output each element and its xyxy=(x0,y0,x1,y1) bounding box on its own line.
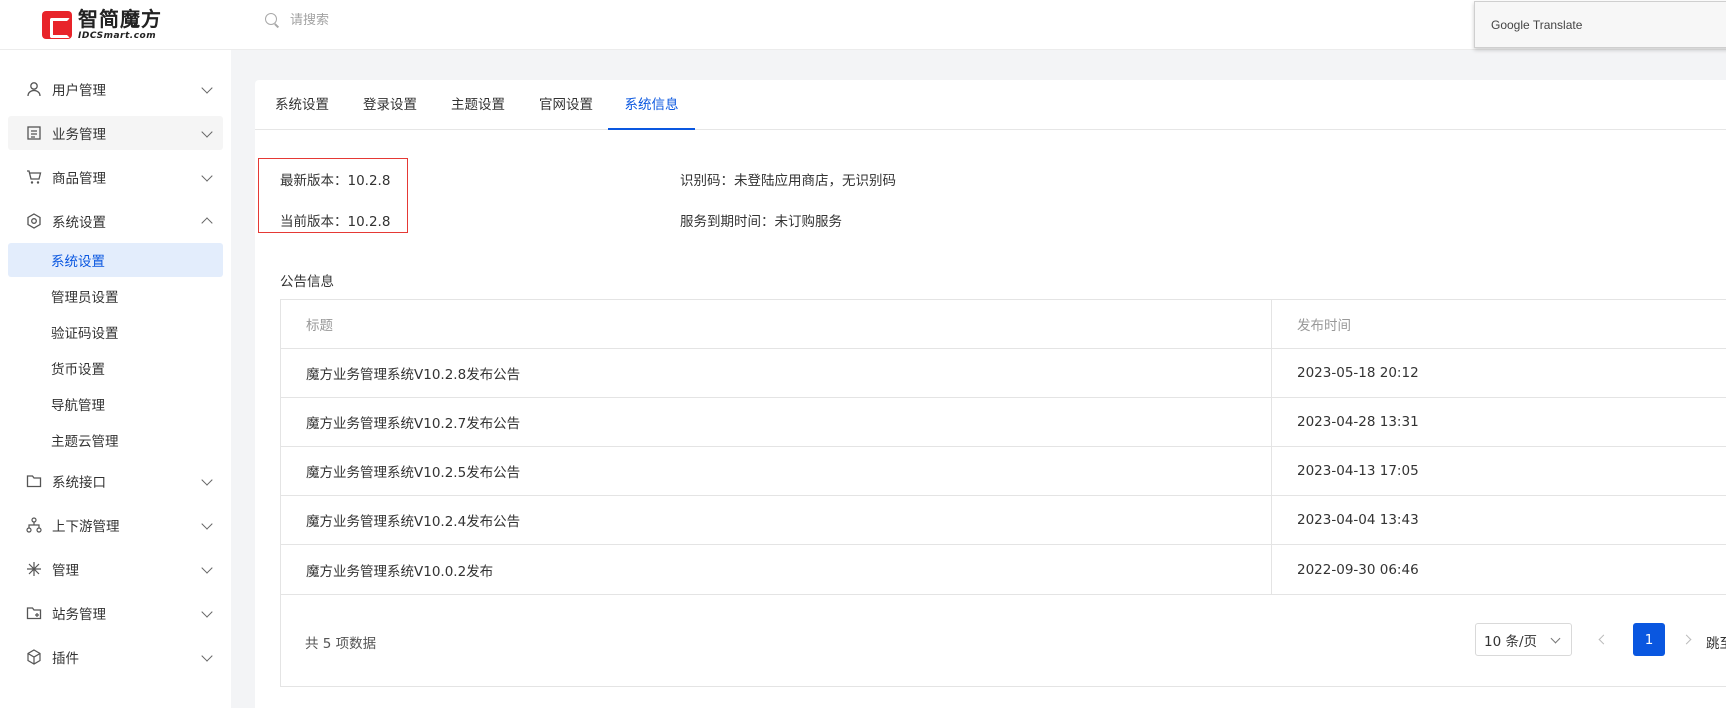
cube-icon xyxy=(25,648,43,666)
table-row[interactable]: 魔方业务管理系统V10.2.7发布公告 2023-04-28 13:31 xyxy=(281,398,1726,447)
table-row[interactable]: 魔方业务管理系统V10.0.2发布 2022-09-30 06:46 xyxy=(281,545,1726,594)
user-icon xyxy=(25,80,43,98)
announcements-title: 公告信息 xyxy=(280,274,334,290)
google-translate-popup[interactable]: Google Translate xyxy=(1474,1,1726,48)
tab-system-settings[interactable]: 系统设置 xyxy=(272,80,332,130)
logo[interactable]: 智简魔方 IDCSmart.com xyxy=(42,9,162,41)
document-icon xyxy=(25,124,43,142)
search-icon[interactable] xyxy=(264,12,280,28)
announcement-time: 2023-04-13 17:05 xyxy=(1297,463,1419,479)
table-header-row: 标题 发布时间 xyxy=(281,300,1726,349)
sidebar-subitem-currency-settings[interactable]: 货币设置 xyxy=(8,351,223,385)
announcement-title: 魔方业务管理系统V10.0.2发布 xyxy=(281,545,1272,594)
table-row[interactable]: 魔方业务管理系统V10.2.5发布公告 2023-04-13 17:05 xyxy=(281,447,1726,496)
page-number-button[interactable]: 1 xyxy=(1633,623,1665,656)
search-bar xyxy=(264,12,490,28)
jump-to-label: 跳至 xyxy=(1706,636,1726,652)
column-header-time: 发布时间 xyxy=(1297,318,1351,334)
sidebar-item-site-management[interactable]: 站务管理 xyxy=(8,596,223,630)
sidebar-item-management[interactable]: 管理 xyxy=(8,552,223,586)
page-size-select[interactable]: 10 条/页 xyxy=(1475,623,1572,656)
sidebar-item-label: 上下游管理 xyxy=(52,519,120,535)
announcement-time: 2023-04-04 13:43 xyxy=(1297,512,1419,528)
announcement-title: 魔方业务管理系统V10.2.7发布公告 xyxy=(281,398,1272,446)
sidebar-subitem-admin-settings[interactable]: 管理员设置 xyxy=(8,279,223,313)
chevron-down-icon xyxy=(201,606,213,618)
chevron-down-icon xyxy=(201,562,213,574)
chevron-down-icon xyxy=(201,82,213,94)
sidebar-item-user-management[interactable]: 用户管理 xyxy=(8,72,223,106)
top-header: 智简魔方 IDCSmart.com xyxy=(0,0,1726,50)
tab-system-info[interactable]: 系统信息 xyxy=(608,80,695,130)
chevron-up-icon xyxy=(201,217,213,229)
sidebar-item-label: 业务管理 xyxy=(52,127,106,143)
announcement-title: 魔方业务管理系统V10.2.8发布公告 xyxy=(281,349,1272,397)
chevron-down-icon xyxy=(201,170,213,182)
settings-icon xyxy=(25,212,43,230)
logo-subtitle: IDCSmart.com xyxy=(78,31,157,41)
announcement-time: 2023-04-28 13:31 xyxy=(1297,414,1419,430)
sidebar-item-label: 系统接口 xyxy=(52,475,106,491)
sidebar-item-business-management[interactable]: 业务管理 xyxy=(8,116,223,150)
sidebar-item-label: 管理 xyxy=(52,563,79,579)
next-page-button[interactable] xyxy=(1683,632,1693,646)
chevron-down-icon xyxy=(201,518,213,530)
tab-theme-settings[interactable]: 主题设置 xyxy=(448,80,508,130)
chevron-down-icon xyxy=(201,126,213,138)
chevron-down-icon xyxy=(201,650,213,662)
sidebar: 用户管理 业务管理 商品管理 系统设置 系统设置 管理员设置 验证码设置 货币设… xyxy=(0,50,231,708)
sidebar-item-label: 用户管理 xyxy=(52,83,106,99)
announcements-table: 标题 发布时间 魔方业务管理系统V10.2.8发布公告 2023-05-18 2… xyxy=(280,299,1726,595)
announcement-time: 2023-05-18 20:12 xyxy=(1297,365,1419,381)
chevron-down-icon xyxy=(201,474,213,486)
snowflake-icon xyxy=(25,560,43,578)
announcement-title: 魔方业务管理系统V10.2.5发布公告 xyxy=(281,447,1272,495)
latest-version: 最新版本：10.2.8 xyxy=(280,173,391,189)
table-row[interactable]: 魔方业务管理系统V10.2.8发布公告 2023-05-18 20:12 xyxy=(281,349,1726,398)
google-translate-label: Google Translate xyxy=(1491,17,1583,32)
sidebar-item-system-settings[interactable]: 系统设置 xyxy=(8,204,223,238)
tab-login-settings[interactable]: 登录设置 xyxy=(360,80,420,130)
folder-plus-icon xyxy=(25,604,43,622)
logo-icon xyxy=(42,11,72,39)
announcement-time: 2022-09-30 06:46 xyxy=(1297,561,1419,578)
sidebar-subitem-theme-cloud-management[interactable]: 主题云管理 xyxy=(8,423,223,457)
sidebar-item-product-management[interactable]: 商品管理 xyxy=(8,160,223,194)
sidebar-item-label: 站务管理 xyxy=(52,607,106,623)
identifier-code: 识别码：未登陆应用商店，无识别码 xyxy=(680,173,896,189)
sidebar-subitem-system-settings[interactable]: 系统设置 xyxy=(8,243,223,277)
sidebar-item-label: 系统设置 xyxy=(52,215,106,231)
sidebar-subitem-captcha-settings[interactable]: 验证码设置 xyxy=(8,315,223,349)
current-version: 当前版本：10.2.8 xyxy=(280,214,391,230)
sidebar-item-plugins[interactable]: 插件 xyxy=(8,640,223,674)
network-icon xyxy=(25,516,43,534)
folder-icon xyxy=(25,472,43,490)
settings-tabs: 系统设置 登录设置 主题设置 官网设置 系统信息 xyxy=(255,80,1726,130)
announcement-title: 魔方业务管理系统V10.2.4发布公告 xyxy=(281,496,1272,544)
main-card: 系统设置 登录设置 主题设置 官网设置 系统信息 最新版本：10.2.8 当前版… xyxy=(255,80,1726,708)
pagination-bar: 共 5 项数据 10 条/页 1 跳至 xyxy=(280,594,1726,687)
logo-title: 智简魔方 xyxy=(78,7,162,31)
sidebar-item-upstream-downstream[interactable]: 上下游管理 xyxy=(8,508,223,542)
total-count: 共 5 项数据 xyxy=(305,636,377,652)
cart-icon xyxy=(25,168,43,186)
search-input[interactable] xyxy=(290,12,490,28)
page-size-value: 10 条/页 xyxy=(1484,633,1538,650)
service-expiry: 服务到期时间：未订购服务 xyxy=(680,214,842,230)
sidebar-item-system-interface[interactable]: 系统接口 xyxy=(8,464,223,498)
sidebar-item-label: 商品管理 xyxy=(52,171,106,187)
chevron-down-icon xyxy=(1550,633,1561,644)
sidebar-item-label: 插件 xyxy=(52,651,79,667)
prev-page-button[interactable] xyxy=(1597,632,1607,646)
tab-website-settings[interactable]: 官网设置 xyxy=(536,80,596,130)
column-header-title: 标题 xyxy=(281,300,1272,348)
sidebar-subitem-navigation-management[interactable]: 导航管理 xyxy=(8,387,223,421)
table-row[interactable]: 魔方业务管理系统V10.2.4发布公告 2023-04-04 13:43 xyxy=(281,496,1726,545)
